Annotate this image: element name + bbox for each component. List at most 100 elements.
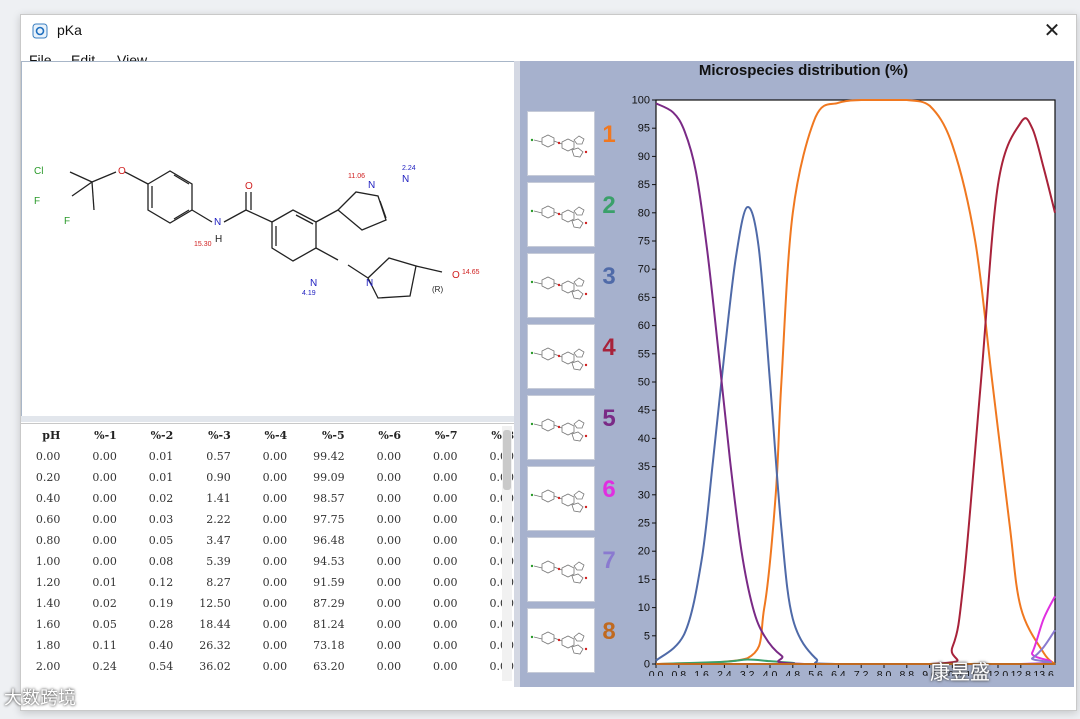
cell-percent: 0.08 bbox=[148, 555, 174, 568]
microspecies-number-5: 5 bbox=[602, 405, 616, 432]
cell-percent: 98.57 bbox=[313, 492, 345, 505]
table-row[interactable]: 0.600.000.032.220.0097.750.000.000.00 bbox=[21, 509, 514, 530]
pka-label-pyridine: 4.19 bbox=[302, 290, 316, 297]
atom-n-pyridine: N bbox=[310, 278, 317, 289]
x-tick-label: 12.0 bbox=[988, 669, 1009, 676]
y-tick-label: 65 bbox=[638, 292, 650, 304]
title-bar: pKa ✕ bbox=[21, 15, 1076, 47]
table-row[interactable]: 2.000.240.5436.020.0063.200.000.000.00 bbox=[21, 656, 514, 677]
cell-percent: 0.01 bbox=[92, 576, 117, 589]
cell-percent: 1.41 bbox=[206, 492, 231, 505]
cell-percent: 0.00 bbox=[433, 597, 458, 610]
cell-percent: 0.00 bbox=[92, 492, 117, 505]
y-tick-label: 5 bbox=[644, 630, 650, 642]
cell-percent: 81.24 bbox=[313, 618, 345, 631]
scrollbar-thumb[interactable] bbox=[503, 430, 511, 490]
y-tick-label: 30 bbox=[638, 489, 650, 501]
distribution-chart: 0510152025303540455055606570758085909510… bbox=[632, 95, 1056, 676]
distribution-table: pH %-1 %-2 %-3 %-4 %-5 %-6 %-7 %-8 0.000… bbox=[21, 424, 514, 677]
col-header-6: %-6 bbox=[378, 428, 402, 442]
cell-percent: 0.00 bbox=[262, 618, 288, 631]
cell-percent: 0.00 bbox=[262, 492, 288, 505]
cell-percent: 0.19 bbox=[148, 597, 174, 610]
cell-percent: 0.00 bbox=[262, 471, 288, 484]
table-row[interactable]: 1.600.050.2818.440.0081.240.000.000.00 bbox=[21, 614, 514, 635]
cell-percent: 0.05 bbox=[92, 618, 117, 631]
cell-percent: 0.00 bbox=[376, 450, 402, 463]
atom-f2: F bbox=[64, 216, 70, 227]
cell-percent: 0.00 bbox=[262, 639, 288, 652]
cell-percent: 0.00 bbox=[433, 450, 458, 463]
cell-percent: 0.00 bbox=[92, 471, 117, 484]
cell-ph: 0.20 bbox=[35, 471, 61, 484]
window-title: pKa bbox=[57, 22, 82, 38]
x-tick-label: 7.2 bbox=[854, 669, 869, 676]
microspecies-thumbnail-8[interactable] bbox=[527, 608, 595, 673]
y-tick-label: 70 bbox=[638, 264, 650, 276]
col-header-1: %-1 bbox=[94, 428, 117, 442]
pka-label-pyrazole-nh: 11.06 bbox=[348, 173, 365, 180]
table-row[interactable]: 0.200.000.010.900.0099.090.000.000.00 bbox=[21, 467, 514, 488]
cell-percent: 0.00 bbox=[376, 576, 402, 589]
microspecies-number-6: 6 bbox=[602, 476, 616, 503]
cell-percent: 99.42 bbox=[313, 450, 345, 463]
microspecies-thumbnail-2[interactable] bbox=[527, 182, 595, 247]
x-tick-label: 1.6 bbox=[694, 669, 709, 676]
app-icon bbox=[32, 23, 48, 39]
table-row[interactable]: 0.400.000.021.410.0098.570.000.000.00 bbox=[21, 488, 514, 509]
cell-percent: 0.00 bbox=[262, 450, 288, 463]
pka-label-amide: 15.30 bbox=[194, 241, 212, 248]
y-tick-label: 90 bbox=[638, 151, 650, 163]
horizontal-splitter[interactable] bbox=[21, 416, 514, 422]
cell-percent: 0.00 bbox=[433, 618, 458, 631]
y-tick-label: 50 bbox=[638, 377, 650, 389]
microspecies-number-2: 2 bbox=[602, 192, 616, 219]
cell-percent: 87.29 bbox=[313, 597, 345, 610]
microspecies-number-4: 4 bbox=[602, 334, 616, 361]
table-row[interactable]: 0.800.000.053.470.0096.480.000.000.00 bbox=[21, 530, 514, 551]
y-tick-label: 85 bbox=[638, 179, 650, 191]
y-tick-label: 15 bbox=[638, 574, 650, 586]
cell-ph: 0.00 bbox=[35, 450, 61, 463]
cell-percent: 0.01 bbox=[148, 450, 174, 463]
microspecies-thumbnail-4[interactable] bbox=[527, 324, 595, 389]
microspecies-thumbnail-5[interactable] bbox=[527, 395, 595, 460]
cell-percent: 0.00 bbox=[262, 534, 288, 547]
cell-percent: 0.00 bbox=[92, 450, 117, 463]
cell-percent: 12.50 bbox=[199, 597, 231, 610]
cell-percent: 0.05 bbox=[148, 534, 174, 547]
cell-percent: 0.03 bbox=[148, 513, 174, 526]
microspecies-thumbnail-6[interactable] bbox=[527, 466, 595, 531]
cell-percent: 96.48 bbox=[313, 534, 345, 547]
table-row[interactable]: 0.000.000.010.570.0099.420.000.000.00 bbox=[21, 446, 514, 467]
molecule-panel[interactable]: Cl O F F O N H N N N N O (R) 15.30 11.06… bbox=[21, 61, 516, 418]
cell-percent: 0.24 bbox=[92, 660, 117, 673]
microspecies-number-8: 8 bbox=[602, 618, 616, 645]
table-row[interactable]: 1.000.000.085.390.0094.530.000.000.00 bbox=[21, 551, 514, 572]
close-button[interactable]: ✕ bbox=[1040, 19, 1064, 43]
cell-percent: 0.00 bbox=[376, 639, 402, 652]
microspecies-thumbnail-1[interactable] bbox=[527, 111, 595, 176]
cell-ph: 1.80 bbox=[35, 639, 61, 652]
x-tick-label: 2.4 bbox=[717, 669, 732, 676]
cell-percent: 0.00 bbox=[376, 492, 402, 505]
col-header-3: %-3 bbox=[208, 428, 231, 442]
x-tick-label: 8.8 bbox=[899, 669, 914, 676]
x-tick-label: 0.0 bbox=[649, 669, 664, 676]
table-row[interactable]: 1.400.020.1912.500.0087.290.000.000.00 bbox=[21, 593, 514, 614]
y-tick-label: 40 bbox=[638, 433, 650, 445]
cell-percent: 18.44 bbox=[199, 618, 231, 631]
cell-percent: 0.00 bbox=[262, 555, 288, 568]
cell-percent: 2.22 bbox=[206, 513, 231, 526]
table-scrollbar[interactable] bbox=[502, 426, 512, 681]
cell-percent: 0.00 bbox=[376, 597, 402, 610]
y-tick-label: 55 bbox=[638, 348, 650, 360]
cell-percent: 0.40 bbox=[148, 639, 174, 652]
microspecies-thumbnail-7[interactable] bbox=[527, 537, 595, 602]
cell-percent: 0.00 bbox=[433, 492, 458, 505]
x-tick-label: 3.2 bbox=[740, 669, 755, 676]
table-row[interactable]: 1.800.110.4026.320.0073.180.000.000.00 bbox=[21, 635, 514, 656]
table-row[interactable]: 1.200.010.128.270.0091.590.000.000.00 bbox=[21, 572, 514, 593]
cell-percent: 36.02 bbox=[199, 660, 231, 673]
microspecies-thumbnail-3[interactable] bbox=[527, 253, 595, 318]
